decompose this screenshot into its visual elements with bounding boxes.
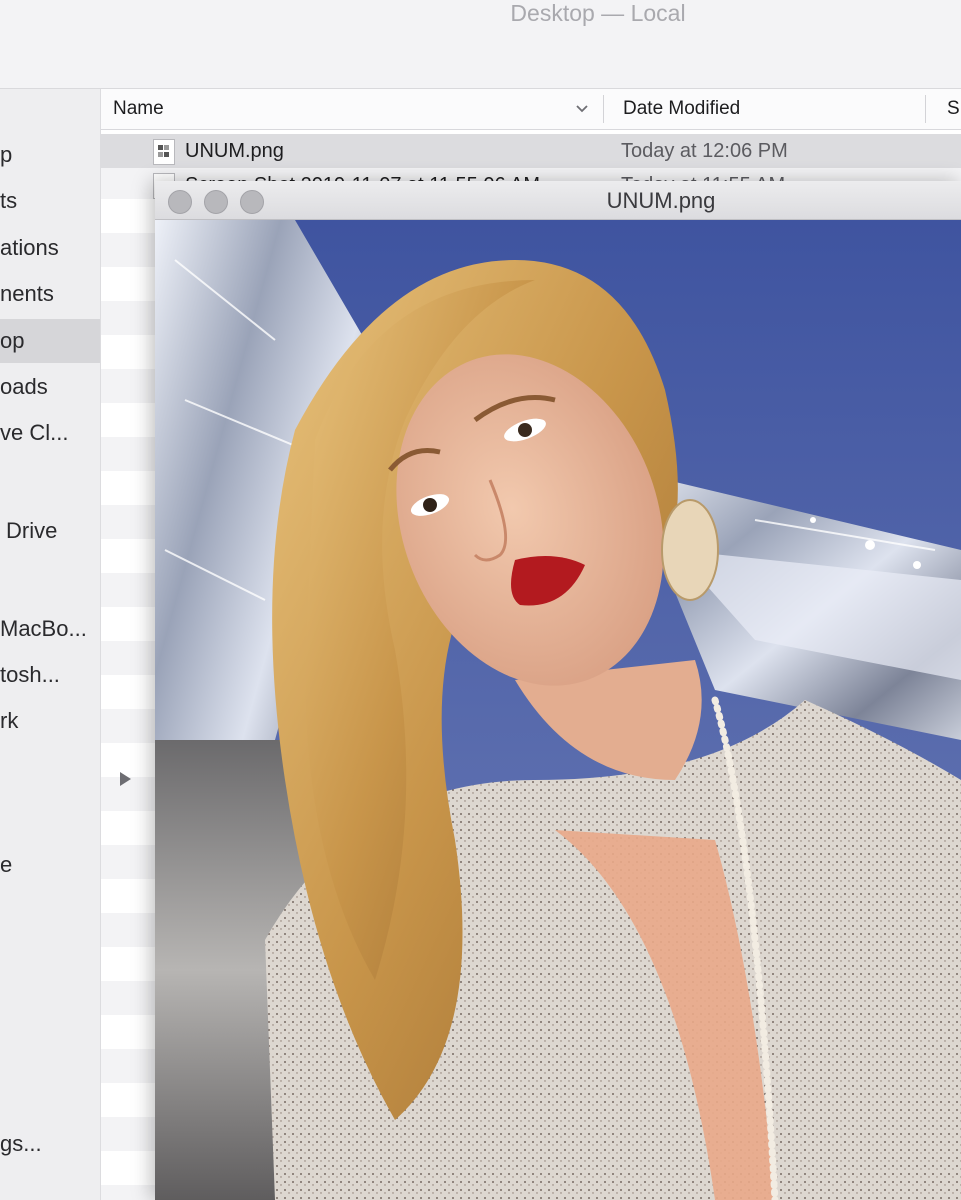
preview-title: UNUM.png	[606, 188, 716, 213]
preview-window: UNUM.png	[155, 181, 961, 1200]
sidebar-item-all-tags[interactable]: gs...	[0, 1122, 100, 1166]
sidebar-item-label: rk	[0, 708, 19, 733]
column-separator[interactable]	[603, 95, 604, 123]
sidebar-item-label: oads	[0, 374, 48, 399]
column-header-name[interactable]: Name	[113, 89, 164, 129]
sidebar-item-downloads[interactable]: oads	[0, 365, 100, 409]
file-date: Today at 12:06 PM	[621, 140, 788, 162]
sidebar: p ts ations nents op oads ve Cl... Drive…	[0, 89, 101, 1200]
sidebar-item-macbook[interactable]: MacBo...	[0, 607, 100, 651]
sidebar-item-label: e	[0, 852, 13, 877]
sidebar-item-tag[interactable]: e	[0, 843, 100, 887]
sidebar-item-label: ations	[0, 235, 59, 260]
finder-titlebar: Desktop — Local	[0, 0, 961, 89]
sidebar-item-documents-partial[interactable]: ts	[0, 179, 100, 223]
column-header-date-modified[interactable]: Date Modified	[623, 89, 740, 129]
sidebar-item-creative-cloud[interactable]: ve Cl...	[0, 411, 100, 455]
sidebar-item-applications-partial[interactable]: ations	[0, 226, 100, 270]
preview-titlebar[interactable]: UNUM.png	[155, 181, 961, 220]
sidebar-item-documents[interactable]: nents	[0, 272, 100, 316]
window-title: Desktop — Local	[510, 0, 686, 26]
sidebar-item-label: ts	[0, 188, 18, 213]
chevron-down-icon[interactable]	[575, 102, 589, 116]
sidebar-item-label: nents	[0, 281, 54, 306]
sidebar-item-label: p	[0, 142, 13, 167]
sidebar-item-macintosh-hd[interactable]: tosh...	[0, 653, 100, 697]
column-separator[interactable]	[925, 95, 926, 123]
sidebar-item-desktop[interactable]: op	[0, 319, 100, 363]
column-header-size[interactable]: S	[947, 89, 960, 129]
portrait-photo	[155, 220, 961, 1200]
file-name: UNUM.png	[185, 140, 284, 162]
sidebar-item-icloud-drive[interactable]: Drive	[0, 509, 100, 553]
sidebar-item-label: ve Cl...	[0, 420, 69, 445]
sidebar-item-label: gs...	[0, 1131, 42, 1156]
sidebar-item-desktop-partial[interactable]: p	[0, 133, 100, 177]
sidebar-item-label: Drive	[6, 518, 58, 543]
sidebar-item-network[interactable]: rk	[0, 699, 100, 743]
sidebar-item-label: MacBo...	[0, 616, 87, 641]
disclosure-triangle-icon[interactable]	[120, 772, 131, 786]
sidebar-item-label: op	[0, 328, 25, 353]
column-header-bar: Name Date Modified S	[101, 89, 961, 130]
file-row[interactable]: UNUM.png Today at 12:06 PM	[101, 134, 961, 168]
image-file-icon	[153, 139, 175, 165]
sidebar-item-label: tosh...	[0, 662, 60, 687]
